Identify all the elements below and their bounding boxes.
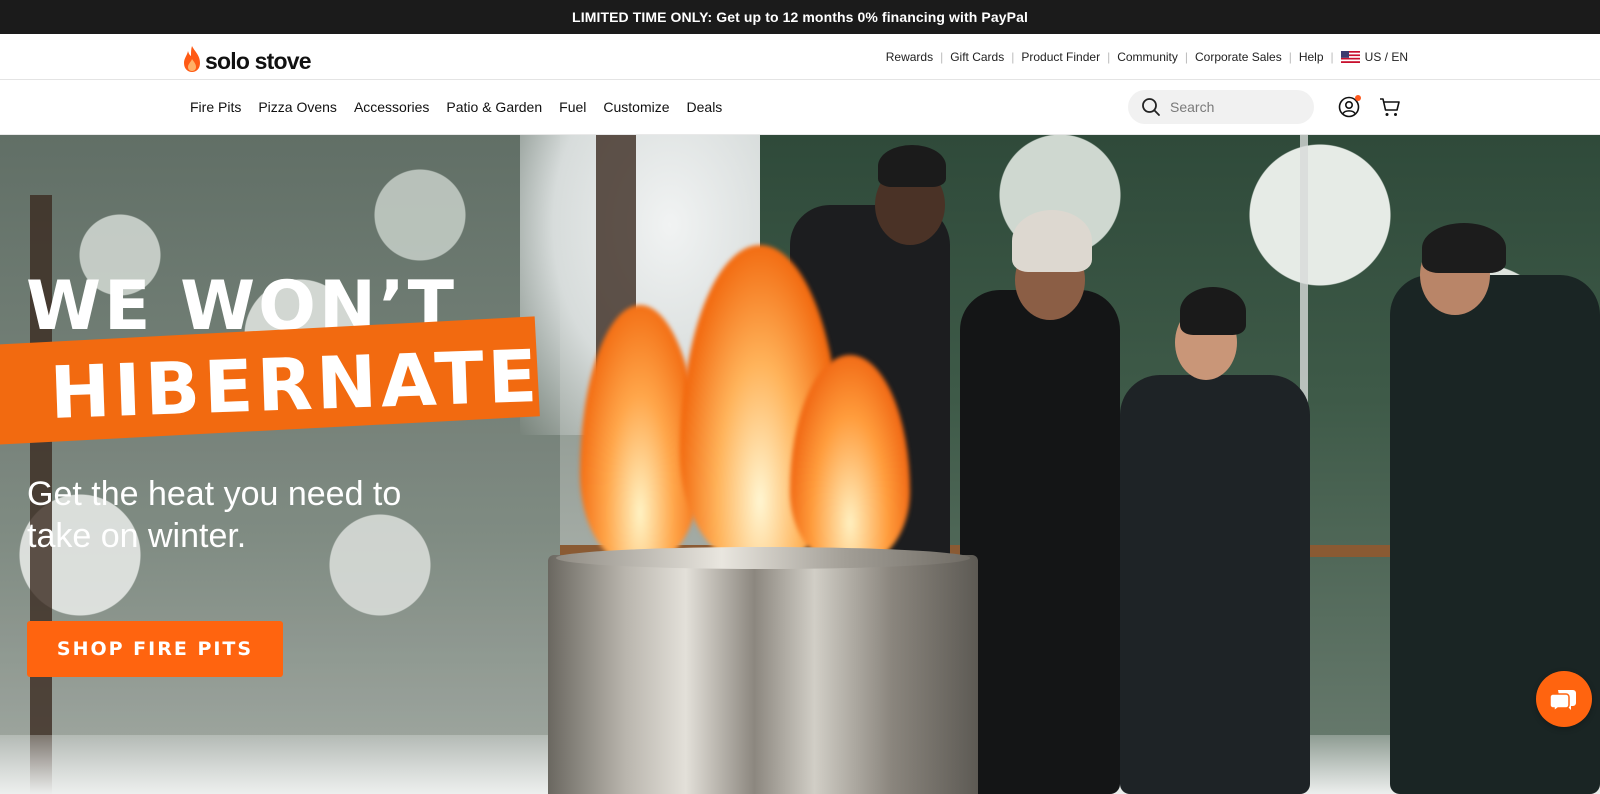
locale-selector[interactable]: US / EN <box>1340 50 1408 64</box>
utility-link-rewards[interactable]: Rewards <box>886 50 933 64</box>
search-icon <box>1142 98 1160 116</box>
nav-item-patio-garden[interactable]: Patio & Garden <box>446 99 542 115</box>
hero-headline-line2: HIBERNATE <box>48 333 543 435</box>
site-logo[interactable]: solo stove <box>182 43 312 74</box>
separator: | <box>1107 50 1111 64</box>
nav-item-fuel[interactable]: Fuel <box>559 99 586 115</box>
cart-icon <box>1380 98 1400 116</box>
separator: | <box>1330 50 1334 64</box>
utility-link-help[interactable]: Help <box>1299 50 1324 64</box>
fire-pit-rim <box>556 547 970 569</box>
nav-item-deals[interactable]: Deals <box>687 99 723 115</box>
nav-links: Fire Pits Pizza Ovens Accessories Patio … <box>190 80 722 134</box>
snowy-trees-left <box>0 135 560 794</box>
locale-label: US / EN <box>1364 50 1408 64</box>
separator: | <box>1011 50 1015 64</box>
chat-button[interactable] <box>1536 671 1592 727</box>
promo-text[interactable]: LIMITED TIME ONLY: Get up to 12 months 0… <box>572 9 1028 25</box>
logo-wordmark: solo stove <box>205 48 312 74</box>
beanie-hat <box>1180 287 1246 335</box>
person-silhouette <box>1120 375 1310 794</box>
search-box[interactable] <box>1128 90 1314 124</box>
us-flag-icon <box>1340 51 1360 63</box>
utility-link-corporate-sales[interactable]: Corporate Sales <box>1195 50 1282 64</box>
beanie-hat <box>1012 210 1092 272</box>
separator: | <box>1184 50 1188 64</box>
separator: | <box>940 50 944 64</box>
hero-banner: WE WON’T HIBERNATE Get the heat you need… <box>0 135 1600 794</box>
utility-link-gift-cards[interactable]: Gift Cards <box>950 50 1004 64</box>
fire-pit <box>548 555 978 794</box>
nav-item-customize[interactable]: Customize <box>603 99 669 115</box>
account-button[interactable] <box>1338 95 1361 118</box>
shop-fire-pits-button[interactable]: SHOP FIRE PITS <box>27 621 283 677</box>
nav-item-accessories[interactable]: Accessories <box>354 99 429 115</box>
nav-item-pizza-ovens[interactable]: Pizza Ovens <box>258 99 337 115</box>
flame-logo-icon <box>184 46 200 72</box>
person-silhouette <box>960 290 1120 794</box>
beanie-hat <box>1422 223 1506 273</box>
notification-dot <box>1355 95 1361 101</box>
utility-link-product-finder[interactable]: Product Finder <box>1021 50 1100 64</box>
search-input[interactable] <box>1170 99 1300 115</box>
chat-icon <box>1549 690 1576 713</box>
utility-link-community[interactable]: Community <box>1117 50 1178 64</box>
main-navigation: Fire Pits Pizza Ovens Accessories Patio … <box>0 80 1600 135</box>
cart-button[interactable] <box>1379 96 1401 118</box>
utility-links: Rewards | Gift Cards | Product Finder | … <box>886 34 1408 80</box>
separator: | <box>1288 50 1292 64</box>
nav-item-fire-pits[interactable]: Fire Pits <box>190 99 241 115</box>
promo-banner[interactable]: LIMITED TIME ONLY: Get up to 12 months 0… <box>0 0 1600 34</box>
beanie-hat <box>878 145 946 187</box>
utility-bar: solo stove Rewards | Gift Cards | Produc… <box>0 34 1600 80</box>
hero-subheading: Get the heat you need to take on winter. <box>27 475 402 555</box>
